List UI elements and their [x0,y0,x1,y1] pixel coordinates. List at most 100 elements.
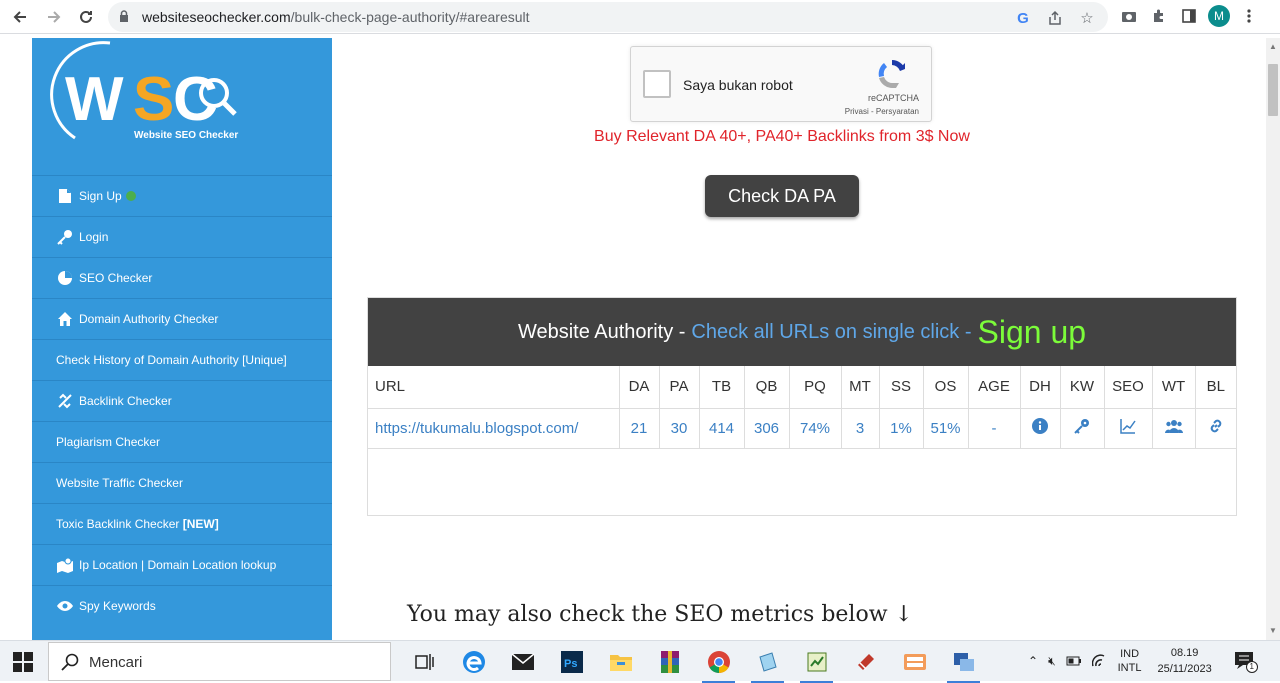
results-header: Website Authority - Check all URLs on si… [368,298,1236,366]
home-icon [56,311,74,327]
wt-cell[interactable] [1152,408,1196,449]
sidebar-item-seo-checker[interactable]: SEO Checker [32,257,332,298]
new-badge: [NEW] [182,517,219,531]
sidebar-item-login[interactable]: Login [32,216,332,257]
chevron-up-icon[interactable]: ⌃ [1028,654,1038,668]
profile-avatar[interactable]: M [1208,5,1230,27]
sidebar-item-label: SEO Checker [79,271,153,285]
sidebar-item-label: Spy Keywords [79,599,156,613]
task-view-icon[interactable] [400,645,449,679]
logo-tagline: Website SEO Checker [134,130,238,141]
sidebar-item-traffic[interactable]: Website Traffic Checker [32,462,332,503]
extensions-icon[interactable] [1148,5,1170,27]
input-language[interactable]: IND INTL [1118,647,1142,675]
sidebar-item-domain-authority[interactable]: Domain Authority Checker [32,298,332,339]
logo-w: W [65,65,124,134]
signup-link[interactable]: Sign up [978,314,1087,351]
notification-icon[interactable]: 1 [1234,651,1258,673]
mail-icon[interactable] [498,645,547,679]
system-tray: ⌃ 🔇︎ IND INTL 08.19 25/11/2023 1 [1028,641,1258,681]
recaptcha-logo-icon [878,60,905,88]
scroll-down-arrow[interactable]: ▼ [1269,626,1277,635]
recaptcha-widget: Saya bukan robot reCAPTCHA Privasi - Per… [630,46,932,122]
taskbar-search[interactable]: Mencari [48,642,391,681]
column-header: DH [1020,366,1061,409]
share-icon[interactable] [1044,7,1066,29]
pa-value: 30 [659,408,700,449]
link-icon[interactable] [1208,418,1224,434]
tb-value: 414 [699,408,745,449]
chrome-icon[interactable] [694,645,743,683]
sidebar-item-backlink-checker[interactable]: Backlink Checker [32,380,332,421]
sidebar: W S C Website SEO Checker Sign Up Login … [32,38,332,640]
search-icon [61,653,79,671]
side-panel-icon[interactable] [1178,5,1200,27]
result-url-link[interactable]: https://tukumalu.blogspot.com/ [368,408,620,449]
users-icon[interactable] [1164,418,1183,434]
sidebar-item-label: Sign Up [79,189,122,203]
sidebar-item-plagiarism[interactable]: Plagiarism Checker [32,421,332,462]
main-content: Saya bukan robot reCAPTCHA Privasi - Per… [332,38,1268,640]
bl-cell[interactable] [1195,408,1236,449]
google-icon[interactable]: G [1012,7,1034,29]
search-placeholder: Mencari [89,654,143,671]
sidebar-item-history-da[interactable]: Check History of Domain Authority [Uniqu… [32,339,332,380]
kw-cell[interactable] [1060,408,1105,449]
winrar-icon[interactable] [645,645,694,679]
column-header: MT [841,366,880,409]
ruby-icon[interactable] [841,645,890,679]
seo-cell[interactable] [1104,408,1153,449]
scroll-up-arrow[interactable]: ▲ [1269,42,1277,51]
lock-icon [120,10,128,22]
bookmark-star-icon[interactable]: ☆ [1076,7,1098,29]
wifi-icon[interactable] [1091,654,1108,668]
calculator-icon[interactable] [890,645,939,679]
sidebar-item-label: Toxic Backlink Checker [56,517,180,531]
sidebar-item-toxic-backlink[interactable]: Toxic Backlink Checker [NEW] [32,503,332,544]
sidebar-item-label: Plagiarism Checker [56,435,161,449]
reload-button[interactable] [74,5,98,29]
volume-muted-icon[interactable]: 🔇︎ [1048,654,1056,669]
recaptcha-checkbox[interactable] [643,70,671,98]
check-all-link[interactable]: Check all URLs on single click - [691,321,971,344]
recaptcha-label: Saya bukan robot [683,77,793,93]
column-header: BL [1195,366,1236,409]
photoshop-icon[interactable]: Ps [547,645,596,679]
column-header: TB [699,366,745,409]
battery-icon[interactable] [1066,656,1082,666]
sidebar-item-sign-up[interactable]: Sign Up [32,175,332,216]
edge-icon[interactable] [449,645,498,679]
seo-metrics-heading: You may also check the SEO metrics below… [407,602,913,627]
sidebar-item-label: Check History of Domain Authority [Uniqu… [56,353,287,367]
windows-start-icon[interactable] [12,651,34,673]
notepad-icon[interactable] [743,645,792,683]
camera-icon[interactable] [1118,5,1140,27]
url-text: websiteseochecker.com/bulk-check-page-au… [142,9,530,25]
link-broken-icon [56,393,74,409]
page-scrollbar[interactable]: ▲ ▼ [1266,38,1280,640]
recaptcha-links[interactable]: Privasi - Persyaratan [845,107,919,116]
key-icon[interactable] [1074,418,1090,434]
spreadsheet-icon[interactable] [792,645,841,683]
dh-cell[interactable] [1020,408,1061,449]
scroll-thumb[interactable] [1268,64,1278,116]
menu-dots-icon[interactable] [1238,5,1260,27]
network-app-icon[interactable] [939,645,988,683]
promo-link[interactable]: Buy Relevant DA 40+, PA40+ Backlinks fro… [332,128,1232,146]
clock[interactable]: 08.19 25/11/2023 [1157,645,1211,677]
column-header: SEO [1104,366,1153,409]
pie-chart-icon [56,270,74,286]
back-button[interactable] [8,5,32,29]
check-da-pa-button[interactable]: Check DA PA [705,175,859,217]
results-title: Website Authority - [517,320,686,343]
sidebar-item-ip-location[interactable]: Ip Location | Domain Location lookup [32,544,332,585]
signup-icon [56,188,74,204]
sidebar-item-label: Backlink Checker [79,394,172,408]
forward-button[interactable] [42,5,66,29]
info-icon[interactable] [1032,418,1048,434]
address-bar[interactable]: websiteseochecker.com/bulk-check-page-au… [108,2,1108,32]
sidebar-item-spy-keywords[interactable]: Spy Keywords [32,585,332,626]
file-explorer-icon[interactable] [596,645,645,679]
da-value: 21 [619,408,660,449]
line-chart-icon[interactable] [1120,418,1136,434]
